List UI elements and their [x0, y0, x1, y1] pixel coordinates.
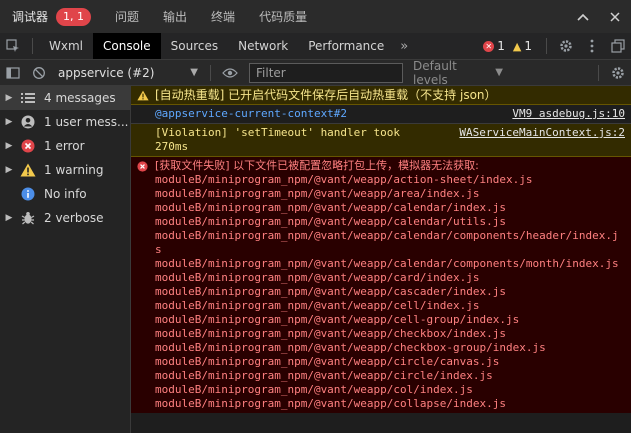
file-path: moduleB/miniprogram_npm/@vant/weapp/circ… — [155, 355, 500, 368]
debugger-badge: 1, 1 — [56, 7, 92, 26]
info-icon — [18, 187, 38, 201]
sidebar-item-messages[interactable]: ▶ 4 messages — [0, 86, 130, 110]
file-path: moduleB/miniprogram_npm/@vant/weapp/casc… — [155, 285, 506, 298]
tab-console[interactable]: Console — [93, 33, 161, 59]
warning-count[interactable]: 1 — [524, 39, 532, 53]
error-title: [获取文件失败] 以下文件已被配置忽略打包上传，模拟器无法获取: — [155, 159, 479, 172]
chevron-right-icon: ▶ — [5, 93, 13, 103]
sidebar-item-user-messages[interactable]: ▶ 1 user mess... — [0, 110, 130, 134]
context-select[interactable]: appservice (#2) ▼ — [52, 62, 204, 83]
gear-icon[interactable] — [605, 60, 631, 86]
message-text: @appservice-current-context#2 — [155, 107, 348, 120]
user-icon — [18, 115, 38, 129]
more-vert-icon[interactable] — [579, 33, 605, 59]
divider — [546, 38, 547, 54]
error-icon — [137, 161, 148, 176]
tab-debugger[interactable]: 调试器 1, 1 — [0, 0, 103, 33]
sidebar-item-label: 4 messages — [44, 91, 116, 105]
source-link[interactable]: VM9 asdebug.js:10 — [512, 107, 625, 121]
tab-network[interactable]: Network — [228, 33, 298, 59]
tab-output[interactable]: 输出 — [151, 0, 199, 33]
file-path: moduleB/miniprogram_npm/@vant/weapp/cell… — [155, 313, 520, 326]
sidebar-toggle-icon[interactable] — [0, 60, 26, 86]
chevron-right-icon: ▶ — [5, 165, 13, 175]
file-path: moduleB/miniprogram_npm/@vant/weapp/acti… — [155, 173, 533, 186]
chevron-right-icon: ▶ — [5, 141, 13, 151]
file-path: moduleB/miniprogram_npm/@vant/weapp/area… — [155, 187, 480, 200]
sidebar-item-verbose[interactable]: ▶ 2 verbose — [0, 206, 130, 230]
sidebar-item-label: 1 error — [44, 139, 85, 153]
sidebar-item-errors[interactable]: ▶ 1 error — [0, 134, 130, 158]
divider — [210, 64, 211, 81]
chevron-down-icon: ▼ — [190, 67, 198, 78]
sidebar-item-label: 1 warning — [44, 163, 104, 177]
sidebar-item-info[interactable]: No info — [0, 182, 130, 206]
divider — [32, 38, 33, 54]
tab-problems[interactable]: 问题 — [103, 0, 151, 33]
chevron-right-icon: ▶ — [5, 117, 13, 127]
file-path: moduleB/miniprogram_npm/@vant/weapp/coll… — [155, 397, 506, 410]
file-path: moduleB/miniprogram_npm/@vant/weapp/circ… — [155, 369, 493, 382]
chevron-down-icon: ▼ — [495, 67, 503, 78]
error-icon — [18, 139, 38, 153]
tab-debugger-label: 调试器 — [12, 10, 49, 24]
sidebar-item-label: No info — [44, 187, 87, 201]
panel-tabbar: 调试器 1, 1 问题 输出 终端 代码质量 — [0, 0, 631, 33]
error-count-icon: ✕ — [483, 40, 495, 52]
warning-icon — [137, 90, 149, 104]
file-path: moduleB/miniprogram_npm/@vant/weapp/cale… — [155, 201, 506, 214]
console-sidebar: ▶ 4 messages ▶ 1 user mess... ▶ 1 error … — [0, 86, 131, 433]
gear-icon[interactable] — [553, 33, 579, 59]
bug-icon — [18, 211, 38, 225]
warning-count-icon: ▲ — [512, 39, 522, 53]
file-path: moduleB/miniprogram_npm/@vant/weapp/cale… — [155, 257, 619, 270]
undock-icon[interactable] — [605, 33, 631, 59]
context-select-value: appservice (#2) — [58, 65, 155, 80]
eye-icon[interactable] — [217, 60, 243, 86]
tab-wxml[interactable]: Wxml — [39, 33, 93, 59]
file-path: moduleB/miniprogram_npm/@vant/weapp/cale… — [155, 215, 506, 228]
file-path: moduleB/miniprogram_npm/@vant/weapp/chec… — [155, 341, 546, 354]
chevron-right-icon: ▶ — [5, 213, 13, 223]
tab-terminal[interactable]: 终端 — [199, 0, 247, 33]
list-icon — [18, 92, 38, 104]
file-path: moduleB/miniprogram_npm/@vant/weapp/col/… — [155, 383, 473, 396]
devtools-tabbar: Wxml Console Sources Network Performance… — [0, 33, 631, 60]
console-toolbar: appservice (#2) ▼ Filter Default levels … — [0, 59, 631, 87]
warning-icon — [18, 163, 38, 177]
source-link[interactable]: WAServiceMainContext.js:2 — [459, 126, 625, 140]
console-warning-message[interactable]: [自动热重载] 已开启代码文件保存后自动热重载（不支持 json） — [131, 86, 631, 105]
file-path: moduleB/miniprogram_npm/@vant/weapp/chec… — [155, 327, 506, 340]
sidebar-item-label: 2 verbose — [44, 211, 104, 225]
sidebar-item-warnings[interactable]: ▶ 1 warning — [0, 158, 130, 182]
file-path: moduleB/miniprogram_npm/@vant/weapp/cale… — [155, 229, 619, 256]
console-error-message[interactable]: [获取文件失败] 以下文件已被配置忽略打包上传，模拟器无法获取: moduleB… — [131, 157, 631, 413]
log-levels-label: Default levels — [413, 58, 457, 87]
close-icon[interactable] — [599, 0, 631, 33]
console-messages: [自动热重载] 已开启代码文件保存后自动热重载（不支持 json） @appse… — [131, 86, 631, 433]
clear-console-icon[interactable] — [26, 60, 52, 86]
tab-performance[interactable]: Performance — [298, 33, 394, 59]
log-levels-select[interactable]: Default levels ▼ — [413, 59, 503, 87]
inspect-element-icon[interactable] — [0, 33, 26, 59]
sidebar-item-label: 1 user mess... — [44, 115, 129, 129]
message-text: [自动热重载] 已开启代码文件保存后自动热重载（不支持 json） — [155, 88, 497, 102]
tab-sources[interactable]: Sources — [161, 33, 228, 59]
divider — [598, 64, 599, 81]
chevron-up-icon[interactable] — [567, 0, 599, 33]
filter-input[interactable]: Filter — [249, 62, 403, 83]
file-path: moduleB/miniprogram_npm/@vant/weapp/cell… — [155, 299, 480, 312]
more-tabs-button[interactable]: » — [394, 39, 414, 54]
file-path: moduleB/miniprogram_npm/@vant/weapp/card… — [155, 271, 480, 284]
console-violation-message[interactable]: [Violation] 'setTimeout' handler took 27… — [131, 124, 631, 157]
error-count[interactable]: 1 — [497, 39, 505, 53]
console-context-message[interactable]: @appservice-current-context#2 VM9 asdebu… — [131, 105, 631, 124]
message-text: [Violation] 'setTimeout' handler took 27… — [155, 126, 401, 153]
tab-code-quality[interactable]: 代码质量 — [247, 0, 319, 33]
